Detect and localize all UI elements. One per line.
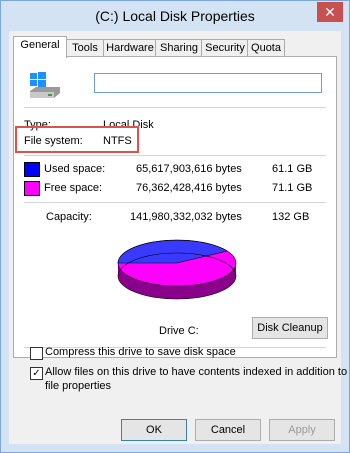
file-system-label: File system: <box>24 135 83 147</box>
general-panel: Type: Local Disk File system: NTFS Used … <box>13 56 337 358</box>
capacity-bytes: 141,980,332,032 bytes <box>130 211 242 223</box>
tab-general[interactable]: General <box>13 36 67 58</box>
used-space-label: Used space: <box>44 163 106 175</box>
index-checkbox[interactable]: ✓ <box>30 367 43 380</box>
drive-label: Drive C: <box>159 325 199 337</box>
drive-name-input[interactable] <box>94 73 322 93</box>
free-space-label: Free space: <box>44 182 103 194</box>
tab-quota[interactable]: Quota <box>247 39 285 57</box>
window-title: (C:) Local Disk Properties <box>95 8 255 24</box>
divider <box>24 107 326 108</box>
divider <box>24 155 326 156</box>
disk-usage-pie <box>117 239 237 300</box>
used-space-swatch <box>24 162 40 177</box>
close-button[interactable]: ✕ <box>317 2 343 22</box>
compress-label: Compress this drive to save disk space <box>45 346 236 358</box>
tab-security[interactable]: Security <box>201 39 249 57</box>
index-label-line2: file properties <box>45 380 112 392</box>
capacity-label: Capacity: <box>46 211 92 223</box>
divider <box>24 202 326 203</box>
free-space-bytes: 76,362,428,416 bytes <box>136 182 242 194</box>
dialog-client: General Tools Hardware Sharing Security … <box>9 31 347 444</box>
used-space-bytes: 65,617,903,616 bytes <box>136 163 242 175</box>
disk-cleanup-button[interactable]: Disk Cleanup <box>252 317 328 339</box>
free-space-swatch <box>24 181 40 196</box>
tab-hardware[interactable]: Hardware <box>103 39 157 57</box>
properties-window: (C:) Local Disk Properties ✕ General Too… <box>0 0 350 453</box>
index-label-line1: Allow files on this drive to have conten… <box>45 366 348 378</box>
compress-checkbox[interactable] <box>30 347 43 360</box>
tab-tools[interactable]: Tools <box>65 39 105 57</box>
cancel-button[interactable]: Cancel <box>195 419 261 441</box>
drive-icon <box>30 72 60 98</box>
title-bar[interactable]: (C:) Local Disk Properties ✕ <box>1 1 349 31</box>
apply-button[interactable]: Apply <box>269 419 335 441</box>
tab-sharing[interactable]: Sharing <box>155 39 203 57</box>
capacity-gb: 132 GB <box>272 211 310 223</box>
used-space-gb: 61.1 GB <box>272 163 313 175</box>
ok-button[interactable]: OK <box>121 419 187 441</box>
file-system-value: NTFS <box>103 135 132 147</box>
free-space-gb: 71.1 GB <box>272 182 313 194</box>
